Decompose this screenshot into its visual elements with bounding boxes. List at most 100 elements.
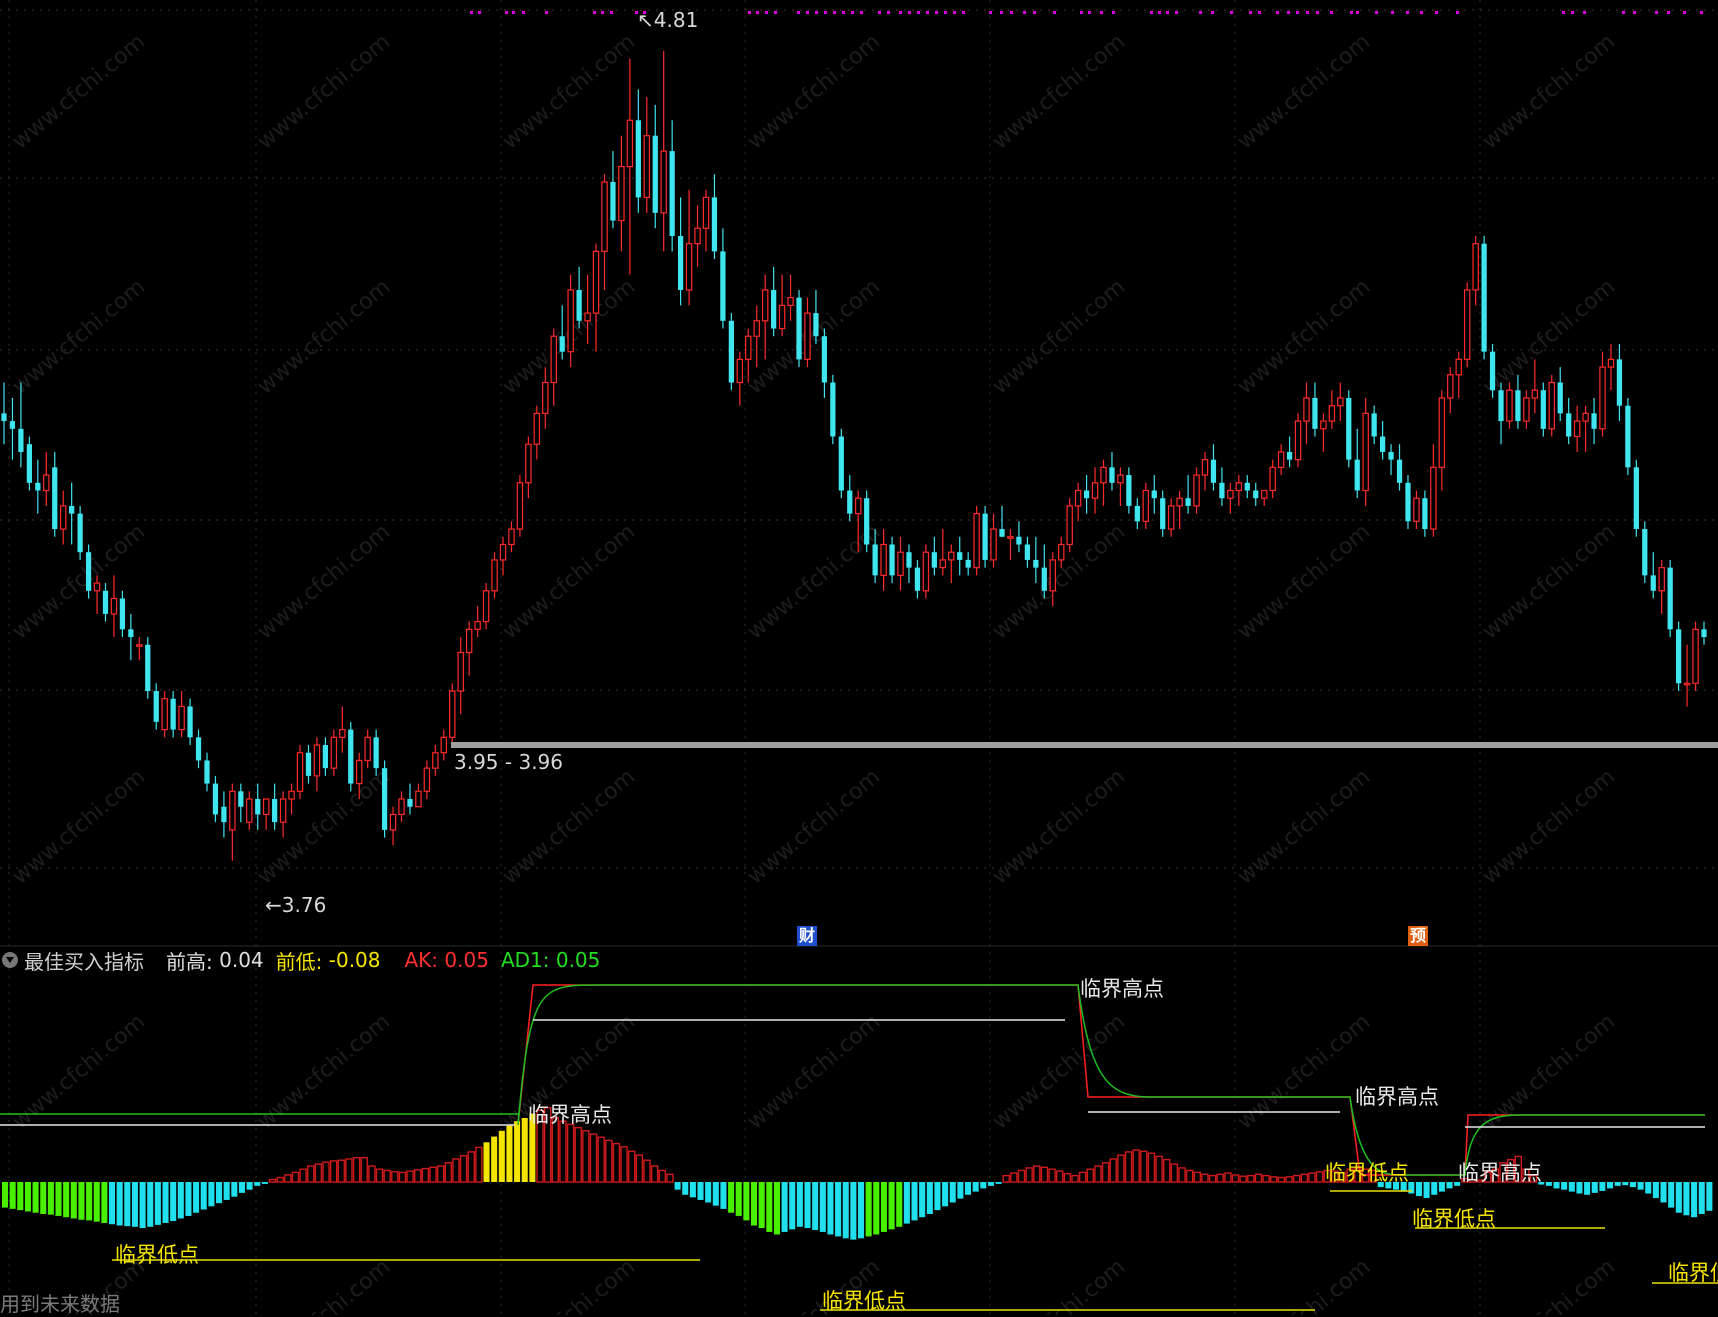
candle	[457, 637, 464, 715]
indicator-bar-down	[1599, 1182, 1606, 1191]
candle	[830, 374, 836, 445]
candle	[52, 451, 58, 537]
indicator-bar-low	[86, 1182, 93, 1221]
watermark-text: www.cfchi.com	[1233, 764, 1375, 889]
ad1-label: AD1:	[500, 948, 550, 972]
candle-body-down	[1210, 459, 1217, 483]
signal-dot	[1166, 11, 1169, 14]
watermark-text: www.cfchi.com	[1478, 1254, 1620, 1315]
indicator-bar-up	[1033, 1165, 1041, 1183]
forecast-mark[interactable]: 预	[1408, 926, 1429, 946]
signal-dot	[1406, 11, 1409, 14]
signal-dot	[470, 11, 473, 14]
indicator-bar-up	[551, 1117, 560, 1183]
critical-high-label: 临界高点	[1080, 977, 1164, 1001]
candle	[973, 505, 980, 576]
indicator-bar-down	[812, 1182, 819, 1230]
candle-body-up	[1201, 459, 1209, 476]
candle-body-down	[85, 552, 92, 591]
candle	[889, 536, 895, 584]
signal-dot	[1356, 11, 1359, 14]
candle	[1489, 343, 1496, 398]
critical-low-label: 临界低点	[1412, 1207, 1496, 1231]
candle-body-up	[990, 528, 997, 561]
candle-body-down	[720, 251, 726, 321]
candle-body-up	[516, 482, 524, 530]
candle-body-up	[229, 790, 236, 831]
candle-body-up	[313, 744, 321, 777]
indicator-bar-up	[421, 1167, 430, 1183]
indicator-name[interactable]: 最佳买入指标	[24, 946, 144, 975]
candle	[77, 505, 83, 560]
indicator-bar-up	[1292, 1174, 1301, 1183]
candle-body-up	[1227, 489, 1234, 499]
watermark-text: www.cfchi.com	[1233, 274, 1375, 399]
candle-body-up	[43, 474, 50, 492]
indicator-bar-down	[1691, 1182, 1698, 1218]
indicator-bar-down	[720, 1182, 727, 1209]
candle	[728, 313, 734, 391]
candle-body-up	[262, 798, 270, 816]
indicator-bar-down	[850, 1182, 857, 1240]
indicator-bar-down	[987, 1182, 994, 1186]
candle	[1557, 367, 1563, 422]
signal-mark-s[interactable]: S	[582, 926, 598, 946]
candle	[204, 752, 210, 792]
candle	[702, 189, 710, 252]
indicator-bar-down	[903, 1182, 910, 1224]
candle-body-up	[1320, 420, 1327, 430]
candle	[948, 544, 955, 584]
indicator-bar-down	[1614, 1182, 1621, 1186]
candle	[787, 274, 794, 321]
candle	[1667, 559, 1673, 638]
indicator-bar-up	[352, 1156, 361, 1183]
candle	[381, 760, 388, 838]
candle-body-down	[1422, 498, 1428, 530]
critical-low-label: 临界低点	[822, 1289, 906, 1313]
indicator-bar-up	[383, 1169, 391, 1183]
candle-body-up	[736, 358, 744, 384]
indicator-bar-low	[63, 1182, 70, 1218]
signal-dot	[1080, 11, 1083, 14]
candle-body-up	[1260, 489, 1268, 499]
candle-body-up	[1447, 374, 1454, 399]
indicator-bar-up	[444, 1162, 453, 1183]
candle-body-down	[999, 529, 1005, 537]
indicator-bar-down	[154, 1182, 161, 1225]
high-price-label: ↖4.81	[637, 8, 699, 32]
candle	[821, 328, 828, 398]
indicator-bar-up	[1002, 1174, 1010, 1183]
indicator-bar-down	[926, 1182, 933, 1214]
candle	[1244, 475, 1250, 499]
candle-body-down	[1, 413, 7, 422]
indicator-bar-down	[1698, 1182, 1705, 1214]
indicator-bar-up	[1040, 1166, 1049, 1183]
candle	[1235, 475, 1243, 506]
candle-body-down	[1354, 459, 1360, 491]
indicator-bar-down	[980, 1182, 987, 1189]
candle	[279, 791, 287, 838]
candle	[1515, 374, 1521, 429]
indicator-bar-up	[398, 1171, 407, 1183]
indicator-bar-buy	[514, 1121, 521, 1182]
candle-body-up	[449, 690, 456, 738]
collapse-icon[interactable]	[2, 952, 18, 968]
candle	[1253, 482, 1259, 506]
candle	[838, 428, 844, 499]
low-price-label: ←3.76	[265, 893, 327, 917]
indicator-bar-up	[1216, 1173, 1224, 1183]
signal-dot	[824, 11, 827, 14]
candle-body-up	[1007, 536, 1014, 539]
watermark-text: www.cfchi.com	[988, 29, 1130, 154]
finance-mark[interactable]: 财	[797, 926, 818, 946]
candle-body-up	[533, 412, 541, 445]
candle-body-down	[381, 768, 388, 830]
watermark-text: www.cfchi.com	[498, 1254, 640, 1315]
candle-body-up	[1057, 543, 1065, 561]
indicator-bar-low	[888, 1182, 895, 1230]
indicator-bar-up	[1025, 1167, 1033, 1183]
indicator-bar-down	[1568, 1182, 1575, 1192]
candle	[1201, 451, 1209, 491]
candle-body-up	[1362, 412, 1369, 492]
indicator-bar-up	[1140, 1150, 1148, 1183]
